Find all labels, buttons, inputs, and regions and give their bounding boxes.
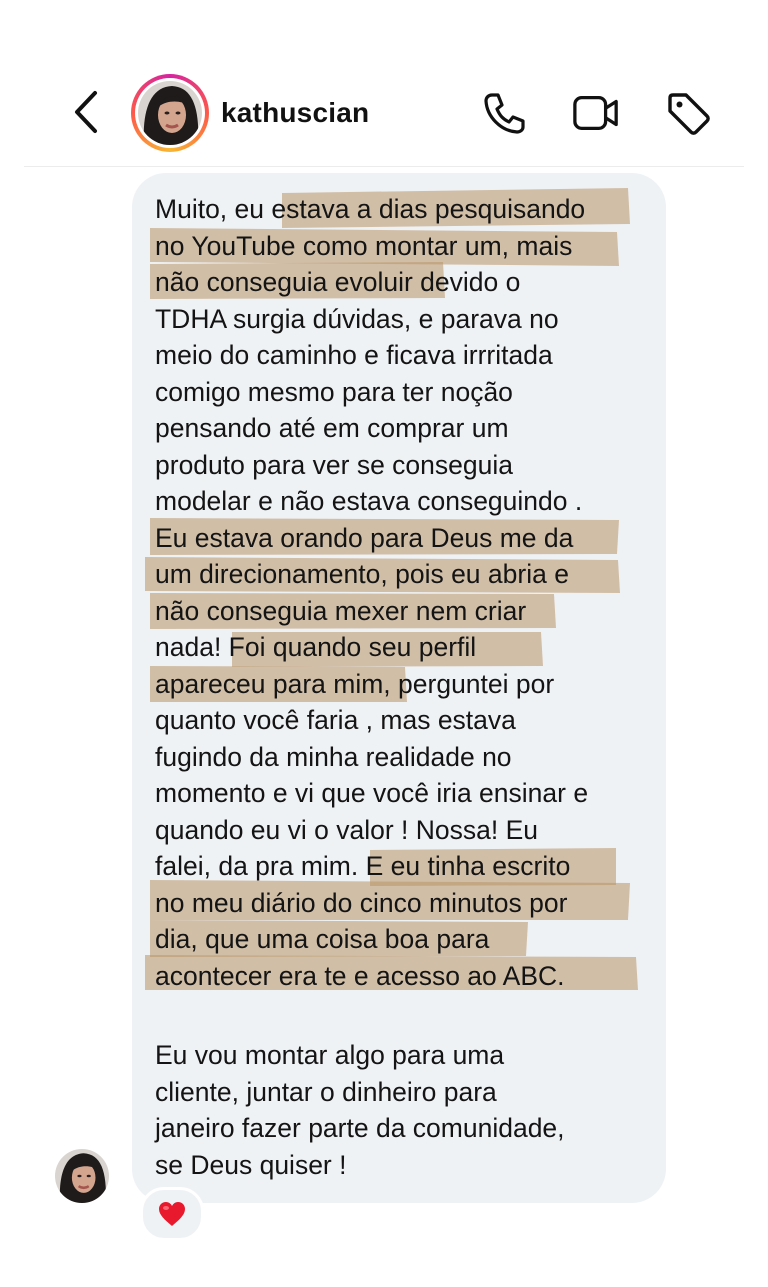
heart-icon: [159, 1202, 185, 1226]
tag-icon: [668, 93, 710, 135]
tag-button[interactable]: [664, 89, 712, 137]
header-divider: [24, 166, 744, 167]
profile-avatar[interactable]: [131, 74, 209, 152]
back-button[interactable]: [62, 84, 110, 140]
username[interactable]: kathuscian: [221, 97, 369, 129]
message-text: Muito, eu estava a dias pesquisando no Y…: [155, 194, 589, 991]
heart-reaction[interactable]: [140, 1187, 204, 1241]
message-text: Eu vou montar algo para uma cliente, jun…: [155, 1040, 565, 1180]
call-button[interactable]: [480, 89, 528, 137]
chat-header: kathuscian: [0, 0, 768, 166]
video-call-button[interactable]: [572, 89, 620, 137]
sender-avatar[interactable]: [55, 1149, 109, 1203]
video-camera-icon: [573, 96, 618, 130]
chevron-left-icon: [75, 91, 97, 133]
phone-icon: [484, 93, 525, 134]
avatar-photo: [138, 81, 202, 145]
